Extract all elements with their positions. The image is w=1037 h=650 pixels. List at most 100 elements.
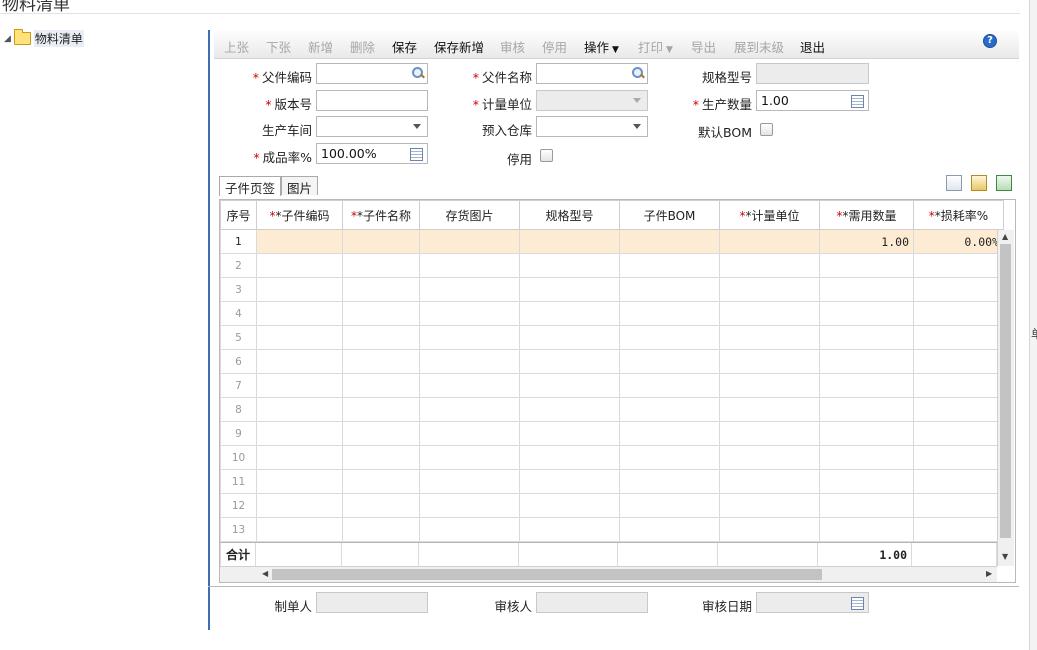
- cell-qty[interactable]: [819, 373, 914, 398]
- cell-image[interactable]: [419, 445, 520, 470]
- cell-child-name[interactable]: [342, 517, 420, 542]
- cell-loss[interactable]: [913, 517, 1004, 542]
- cell-image[interactable]: [419, 517, 520, 542]
- cell-image[interactable]: [419, 301, 520, 326]
- cell-child-name[interactable]: [342, 229, 420, 254]
- delete-button[interactable]: 删除: [350, 37, 375, 56]
- scroll-up-icon[interactable]: ▲: [1002, 232, 1008, 241]
- cell-child-code[interactable]: [256, 421, 343, 446]
- cell-child-code[interactable]: [256, 325, 343, 350]
- cell-image[interactable]: [419, 469, 520, 494]
- cell-child-code[interactable]: [256, 469, 343, 494]
- cell-spec[interactable]: [519, 397, 620, 422]
- cell-qty[interactable]: [819, 397, 914, 422]
- cell-loss[interactable]: [913, 397, 1004, 422]
- warehouse-input[interactable]: [537, 117, 629, 136]
- cell-child-name[interactable]: [342, 469, 420, 494]
- cell-unit[interactable]: [719, 325, 820, 350]
- export-button[interactable]: 导出: [691, 37, 716, 56]
- cell-child-code[interactable]: [256, 493, 343, 518]
- chevron-down-icon[interactable]: [633, 124, 641, 129]
- export-excel-icon[interactable]: [996, 175, 1012, 191]
- cell-child-name[interactable]: [342, 349, 420, 374]
- cell-unit[interactable]: [719, 229, 820, 254]
- col-header-child-bom[interactable]: 子件BOM: [619, 200, 720, 230]
- warehouse-select[interactable]: [536, 116, 648, 137]
- tree-item-bom[interactable]: ◢ 物料清单: [4, 29, 84, 47]
- help-icon[interactable]: ?: [983, 34, 997, 48]
- cell-child-code[interactable]: [256, 517, 343, 542]
- table-row[interactable]: 2: [220, 253, 1004, 278]
- parent-code-input[interactable]: [317, 64, 409, 83]
- cell-loss[interactable]: [913, 277, 1004, 302]
- cell-loss[interactable]: [913, 445, 1004, 470]
- cell-child-code[interactable]: [256, 229, 343, 254]
- cell-spec[interactable]: [519, 421, 620, 446]
- tree-expand-icon[interactable]: ◢: [4, 34, 11, 44]
- table-row[interactable]: 10: [220, 445, 1004, 470]
- cell-loss[interactable]: [913, 493, 1004, 518]
- cell-qty[interactable]: [819, 469, 914, 494]
- table-row[interactable]: 13: [220, 517, 1004, 542]
- cell-unit[interactable]: [719, 397, 820, 422]
- yield-input[interactable]: [317, 144, 409, 163]
- col-header-unit[interactable]: **计量单位: [719, 200, 820, 230]
- vertical-scrollbar[interactable]: ▲ ▼: [997, 230, 1014, 566]
- copy-row-icon[interactable]: [946, 175, 962, 191]
- table-row[interactable]: 3: [220, 277, 1004, 302]
- cell-loss[interactable]: [913, 253, 1004, 278]
- cell-unit[interactable]: [719, 349, 820, 374]
- cell-qty[interactable]: [819, 277, 914, 302]
- search-icon[interactable]: [632, 67, 643, 78]
- qty-field[interactable]: [756, 90, 869, 111]
- cell-spec[interactable]: [519, 277, 620, 302]
- disabled-checkbox[interactable]: [540, 149, 553, 162]
- save-button[interactable]: 保存: [392, 37, 417, 56]
- cell-unit[interactable]: [719, 277, 820, 302]
- exit-button[interactable]: 退出: [800, 37, 825, 56]
- calculator-icon[interactable]: [410, 148, 423, 161]
- cell-qty[interactable]: [819, 325, 914, 350]
- next-record-button[interactable]: 下张: [266, 37, 291, 56]
- cell-child-bom[interactable]: [619, 421, 720, 446]
- qty-input[interactable]: [757, 91, 850, 110]
- cell-child-code[interactable]: [256, 373, 343, 398]
- cell-unit[interactable]: [719, 493, 820, 518]
- cell-child-code[interactable]: [256, 397, 343, 422]
- cell-child-name[interactable]: [342, 445, 420, 470]
- cell-qty[interactable]: [819, 445, 914, 470]
- cell-child-name[interactable]: [342, 397, 420, 422]
- cell-qty[interactable]: [819, 349, 914, 374]
- cell-spec[interactable]: [519, 469, 620, 494]
- yield-field[interactable]: [316, 143, 428, 164]
- cell-spec[interactable]: [519, 325, 620, 350]
- cell-spec[interactable]: [519, 493, 620, 518]
- cell-child-name[interactable]: [342, 301, 420, 326]
- cell-child-bom[interactable]: [619, 349, 720, 374]
- scroll-left-icon[interactable]: ◀: [262, 569, 268, 578]
- add-button[interactable]: 新增: [308, 37, 333, 56]
- cell-child-code[interactable]: [256, 301, 343, 326]
- table-row[interactable]: 1 1.00 0.00%: [220, 229, 1004, 254]
- col-header-image[interactable]: 存货图片: [419, 200, 520, 230]
- paste-row-icon[interactable]: [971, 175, 987, 191]
- col-header-child-code[interactable]: **子件编码: [256, 200, 343, 230]
- cell-child-name[interactable]: [342, 325, 420, 350]
- cell-loss[interactable]: [913, 349, 1004, 374]
- cell-qty[interactable]: 1.00: [819, 229, 914, 254]
- save-and-new-button[interactable]: 保存新增: [434, 37, 484, 56]
- cell-image[interactable]: [419, 349, 520, 374]
- horizontal-scrollbar[interactable]: ◀ ▶: [220, 566, 997, 582]
- cell-child-bom[interactable]: [619, 229, 720, 254]
- cell-loss[interactable]: [913, 469, 1004, 494]
- cell-image[interactable]: [419, 421, 520, 446]
- cell-unit[interactable]: [719, 469, 820, 494]
- scroll-down-icon[interactable]: ▼: [1002, 552, 1008, 561]
- cell-child-code[interactable]: [256, 253, 343, 278]
- table-row[interactable]: 7: [220, 373, 1004, 398]
- table-row[interactable]: 4: [220, 301, 1004, 326]
- cell-child-bom[interactable]: [619, 517, 720, 542]
- workshop-input[interactable]: [317, 117, 409, 136]
- print-menu-button[interactable]: 打印 ▼: [638, 37, 673, 56]
- workshop-select[interactable]: [316, 116, 428, 137]
